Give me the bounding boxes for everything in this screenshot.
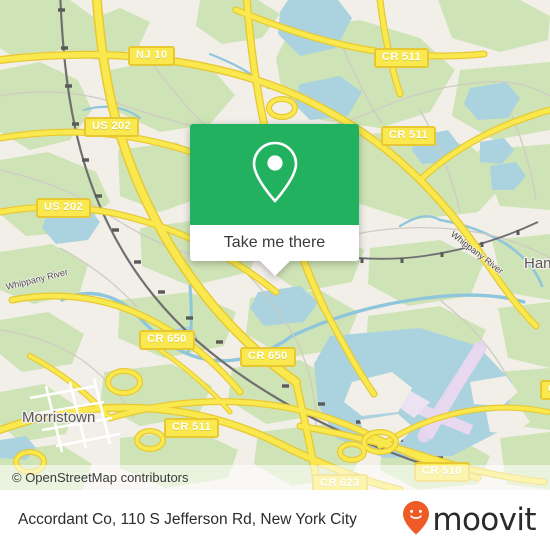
moovit-brand[interactable]: moovit: [402, 500, 537, 541]
road-shield-us-202-1[interactable]: US 202: [84, 117, 140, 137]
map-screenshot: NJ 10 US 202 US 202 CR 511 CR 511 CR 650…: [0, 0, 550, 550]
moovit-smiley-pin-icon: [402, 500, 430, 541]
osm-attribution[interactable]: © OpenStreetMap contributors: [0, 465, 550, 490]
road-shield-nj-10[interactable]: NJ 10: [128, 46, 176, 66]
road-shield-cr-511-3[interactable]: CR 511: [164, 418, 220, 438]
road-shield-cr-511-1[interactable]: CR 511: [374, 48, 430, 68]
popup-header: [190, 124, 359, 225]
take-me-there-label: Take me there: [223, 234, 326, 251]
road-shield-cr-edge[interactable]: CR: [540, 380, 550, 400]
footer-bar: Accordant Co, 110 S Jefferson Rd, New Yo…: [0, 490, 550, 550]
popup-pointer-tail: [259, 261, 290, 276]
location-title: Accordant Co, 110 S Jefferson Rd, New Yo…: [18, 511, 357, 528]
moovit-wordmark: moovit: [432, 501, 536, 538]
road-shield-cr-511-2[interactable]: CR 511: [381, 126, 437, 146]
road-shield-us-202-2[interactable]: US 202: [36, 198, 92, 218]
road-shield-cr-650-1[interactable]: CR 650: [139, 330, 195, 350]
road-shield-cr-650-2[interactable]: CR 650: [240, 347, 296, 367]
place-label-morristown: Morristown: [22, 409, 96, 426]
location-pin-icon: [248, 139, 302, 210]
take-me-there-button[interactable]: Take me there: [190, 225, 359, 276]
place-label-hanover: Han: [524, 255, 550, 272]
location-popup-card[interactable]: Take me there: [190, 124, 359, 276]
